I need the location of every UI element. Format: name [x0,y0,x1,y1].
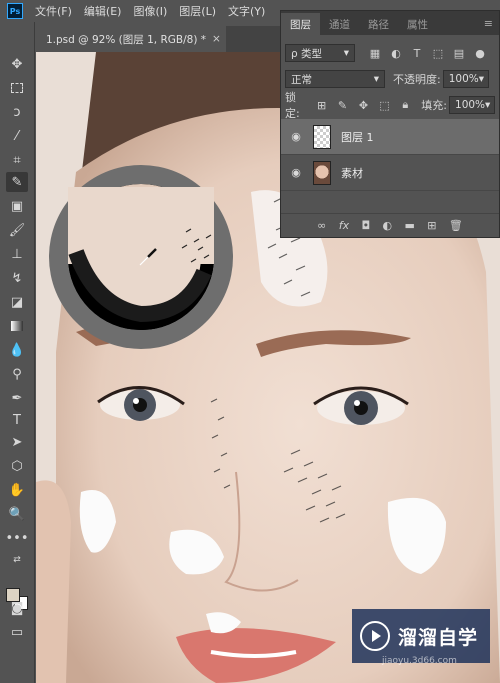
shape-tool-icon[interactable]: ⬡ [6,456,28,476]
swap-colors-icon[interactable]: ⇄ [6,550,28,570]
spot-healing-tool-icon[interactable]: ▣ [6,196,28,216]
chevron-down-icon: ▾ [478,73,485,85]
layer-name: 素材 [341,166,363,180]
document-tab[interactable]: 1.psd @ 92% (图层 1, RGB/8) * × [36,26,226,52]
eraser-tool-icon[interactable]: ◪ [6,292,28,312]
hand-tool-icon[interactable]: ✋ [6,480,28,500]
eye-icon[interactable]: ◉ [281,166,311,179]
lock-transparent-icon[interactable]: ⊞ [314,97,330,113]
lock-label: 锁定: [285,91,300,120]
new-layer-icon[interactable]: ⊞ [427,219,436,232]
watermark-url: jiaoyu.3d66.com [382,656,457,666]
new-group-icon[interactable]: ▬ [404,219,414,232]
menu-layer[interactable]: 图层(L) [179,3,216,19]
more-tools-icon[interactable]: ••• [6,528,29,548]
layer-filter-label: ρ 类型 [291,47,323,60]
brush-tool-icon[interactable]: 🖌 [6,220,28,240]
lock-artboard-icon[interactable]: ⬚ [376,97,392,113]
eye-icon[interactable]: ◉ [281,130,311,143]
eyedropper-loupe [49,165,233,349]
opacity-label: 不透明度: [393,73,441,86]
tab-layers[interactable]: 图层 [281,13,320,35]
document-tab-title: 1.psd @ 92% (图层 1, RGB/8) * [46,33,206,46]
tab-channels[interactable]: 通道 [320,13,359,35]
blend-mode-select[interactable]: 正常 ▾ [285,70,385,88]
filter-toggle-icon[interactable]: ● [472,45,488,61]
history-brush-tool-icon[interactable]: ↯ [6,268,28,288]
lock-image-icon[interactable]: ✎ [335,97,351,113]
layer-name: 图层 1 [341,130,374,144]
type-tool-icon[interactable]: T [6,410,28,430]
clone-stamp-tool-icon[interactable]: ⊥ [6,244,28,264]
layer-thumbnail [313,124,331,149]
screen-mode-icon[interactable]: ▭ [6,622,28,642]
blend-mode-value: 正常 [291,73,312,86]
tools-panel: ✥ ↄ ⁄ ⌗ ✎ ▣ 🖌 ⊥ ↯ ◪ 💧 ⚲ ✒ T ➤ ⬡ ✋ 🔍 ••• … [0,22,35,683]
pen-tool-icon[interactable]: ✒ [6,388,28,408]
fill-field[interactable]: 100% ▾ [449,96,496,114]
delete-layer-icon[interactable]: 🗑 [449,219,463,232]
layer-style-icon[interactable]: fx [339,219,349,232]
fill-value: 100% [455,99,486,111]
opacity-value: 100% [448,73,479,85]
menu-image[interactable]: 图像(I) [133,3,167,19]
watermark-badge: 溜溜自学 [352,609,490,663]
lock-all-icon[interactable]: 🔒︎ [397,97,413,113]
add-mask-icon[interactable]: ◘ [361,219,370,232]
tab-paths[interactable]: 路径 [359,13,398,35]
lock-position-icon[interactable]: ✥ [355,97,371,113]
path-selection-tool-icon[interactable]: ➤ [6,432,28,452]
link-layers-icon[interactable]: ∞ [317,219,326,232]
menu-file[interactable]: 文件(F) [35,3,72,19]
move-tool-icon[interactable]: ✥ [6,54,28,74]
fill-label: 填充: [421,99,448,112]
layer-row[interactable]: ◉ 素材 [281,155,499,191]
filter-shape-icon[interactable]: ⬚ [430,45,446,61]
eyedropper-tool-icon[interactable]: ✎ [6,172,28,192]
layer-filter-row: ρ 类型 ▾ ▦ ◐ T ⬚ ▤ ● [285,43,495,63]
tab-properties[interactable]: 属性 [398,13,437,35]
lock-fill-row: 锁定: ⊞ ✎ ✥ ⬚ 🔒︎ 填充: 100% ▾ [285,91,496,120]
marquee-tool-icon[interactable] [6,78,28,98]
menu-type[interactable]: 文字(Y) [228,3,265,19]
layer-thumbnail [313,160,331,185]
gradient-tool-icon[interactable] [6,316,28,336]
layers-panel: 图层 通道 路径 属性 ≡ ρ 类型 ▾ ▦ ◐ T ⬚ ▤ ● 正常 ▾ 不透… [280,10,500,238]
dodge-tool-icon[interactable]: ⚲ [6,364,28,384]
blend-opacity-row: 正常 ▾ 不透明度: 100% ▾ [285,69,495,89]
photoshop-logo[interactable]: Ps [7,3,23,19]
play-logo-icon [360,621,390,651]
lasso-tool-icon[interactable]: ↄ [6,102,28,122]
filter-pixel-icon[interactable]: ▦ [367,45,383,61]
layers-panel-footer: ∞ fx ◘ ◐ ▬ ⊞ 🗑 [281,213,499,237]
menu-edit[interactable]: 编辑(E) [84,3,122,19]
panel-menu-icon[interactable]: ≡ [484,17,499,30]
magic-wand-tool-icon[interactable]: ⁄ [6,126,28,146]
close-tab-icon[interactable]: × [212,33,221,45]
panel-tab-bar: 图层 通道 路径 属性 ≡ [281,11,499,35]
layer-row[interactable]: ◉ 图层 1 [281,119,499,155]
blur-tool-icon[interactable]: 💧 [6,340,28,360]
crop-tool-icon[interactable]: ⌗ [6,150,28,170]
filter-smart-object-icon[interactable]: ▤ [451,45,467,61]
adjustment-layer-icon[interactable]: ◐ [383,219,393,232]
chevron-down-icon: ▾ [485,99,491,111]
filter-type-icon[interactable]: T [409,45,425,61]
opacity-field[interactable]: 100% ▾ [442,70,489,88]
layer-filter-select[interactable]: ρ 类型 ▾ [285,44,355,62]
zoom-tool-icon[interactable]: 🔍 [6,504,28,524]
chevron-down-icon: ▾ [373,73,379,85]
quick-mask-icon[interactable]: ◙ [6,598,28,618]
watermark-text: 溜溜自学 [398,626,479,649]
filter-adjustment-icon[interactable]: ◐ [388,45,404,61]
chevron-down-icon: ▾ [343,47,349,59]
